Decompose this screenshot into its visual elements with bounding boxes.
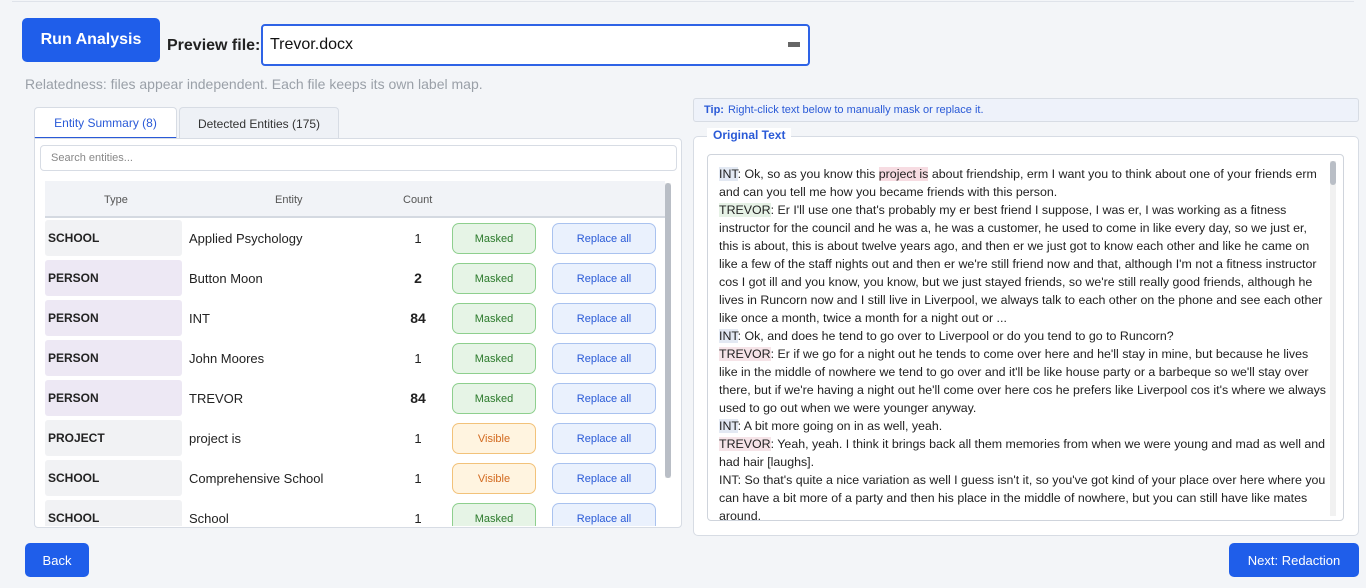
entity-count: 84 (410, 310, 426, 326)
table-row: SCHOOL Comprehensive School 1 Visible Re… (45, 458, 665, 498)
table-row: PERSON INT 84 Masked Replace all (45, 298, 665, 338)
entity-type: PERSON (45, 340, 182, 376)
speaker-int[interactable]: INT (719, 329, 738, 343)
mask-toggle-button[interactable]: Masked (452, 503, 536, 526)
mask-toggle-button[interactable]: Visible (452, 463, 536, 494)
transcript-text: : A bit more going on in as well, yeah. (737, 419, 943, 433)
original-text-box[interactable]: INT: Ok, so as you know this project is … (707, 154, 1344, 521)
table-row: PERSON TREVOR 84 Masked Replace all (45, 378, 665, 418)
entity-type: PERSON (45, 300, 182, 336)
entity-name: INT (189, 310, 210, 326)
tip-text: Right-click text below to manually mask … (727, 104, 984, 116)
table-scrollbar[interactable] (665, 183, 671, 478)
entity-count: 1 (414, 350, 422, 366)
entity-name: TREVOR (189, 390, 244, 406)
header-entity: Entity (275, 194, 303, 206)
table-header: Type Entity Count (45, 181, 665, 218)
entity-type: PERSON (45, 260, 182, 296)
entity-count: 2 (414, 270, 422, 286)
top-divider (12, 0, 1354, 2)
scrollbar-thumb[interactable] (1330, 161, 1336, 185)
replace-all-button[interactable]: Replace all (552, 263, 656, 294)
text-scrollbar[interactable] (1330, 161, 1336, 516)
entity-count: 1 (414, 430, 422, 446)
entity-count: 1 (414, 470, 422, 486)
entity-name: School (189, 510, 229, 526)
entity-count: 1 (414, 230, 422, 246)
speaker-trevor[interactable]: TREVOR (719, 347, 771, 361)
scrollbar-thumb[interactable] (665, 183, 671, 478)
mask-toggle-button[interactable]: Masked (452, 383, 536, 414)
mask-toggle-button[interactable]: Masked (452, 303, 536, 334)
entity-count: 1 (414, 510, 422, 526)
transcript-line: INT: A bit more going on in as well, yea… (719, 417, 1329, 435)
speaker-int[interactable]: INT (719, 167, 738, 181)
entity-type: PERSON (45, 380, 182, 416)
original-text-legend: Original Text (707, 128, 792, 142)
dropdown-icon (788, 42, 800, 47)
mask-toggle-button[interactable]: Masked (452, 223, 536, 254)
transcript-content[interactable]: INT: Ok, so as you know this project is … (719, 165, 1329, 521)
back-button[interactable]: Back (25, 543, 89, 577)
mask-toggle-button[interactable]: Masked (452, 343, 536, 374)
highlight-project[interactable]: project is (878, 167, 929, 181)
transcript-line: TREVOR: Yeah, yeah. I think it brings ba… (719, 435, 1329, 471)
replace-all-button[interactable]: Replace all (552, 223, 656, 254)
transcript-text: : So that's quite a nice variation as we… (719, 473, 1326, 521)
entity-name: Applied Psychology (189, 230, 303, 246)
table-row: SCHOOL School 1 Masked Replace all (45, 498, 665, 526)
preview-file-label: Preview file: (167, 37, 261, 54)
entity-name: Comprehensive School (189, 470, 324, 486)
transcript-line: INT: Ok, and does he tend to go over to … (719, 327, 1329, 345)
header-type: Type (104, 194, 128, 206)
entity-type: SCHOOL (45, 500, 182, 526)
replace-all-button[interactable]: Replace all (552, 503, 656, 526)
tab-entity-summary[interactable]: Entity Summary (8) (34, 107, 177, 139)
replace-all-button[interactable]: Replace all (552, 383, 656, 414)
replace-all-button[interactable]: Replace all (552, 463, 656, 494)
mask-toggle-button[interactable]: Masked (452, 263, 536, 294)
speaker-trevor[interactable]: TREVOR (719, 203, 771, 217)
table-row: PROJECT project is 1 Visible Replace all (45, 418, 665, 458)
relatedness-note: Relatedness: files appear independent. E… (25, 76, 483, 92)
transcript-text: : Ok, and does he tend to go over to Liv… (737, 329, 1174, 343)
replace-all-button[interactable]: Replace all (552, 343, 656, 374)
transcript-line: INT: Ok, so as you know this project is … (719, 165, 1329, 201)
next-redaction-button[interactable]: Next: Redaction (1229, 543, 1359, 577)
transcript-line: INT: So that's quite a nice variation as… (719, 471, 1329, 521)
transcript-text: : Ok, so as you know this (737, 167, 879, 181)
run-analysis-button[interactable]: Run Analysis (22, 18, 160, 62)
tip-banner: Tip: Right-click text below to manually … (693, 98, 1359, 122)
preview-file-select[interactable]: Trevor.docx (261, 24, 810, 66)
transcript-line: TREVOR: Er I'll use one that's probably … (719, 201, 1329, 327)
entity-name: Button Moon (189, 270, 263, 286)
entity-name: John Moores (189, 350, 265, 366)
entity-table: Type Entity Count SCHOOL Applied Psychol… (45, 181, 665, 526)
speaker-int[interactable]: INT (719, 419, 738, 433)
replace-all-button[interactable]: Replace all (552, 423, 656, 454)
speaker-int[interactable]: INT (719, 473, 738, 487)
table-row: PERSON John Moores 1 Masked Replace all (45, 338, 665, 378)
tab-detected-entities[interactable]: Detected Entities (175) (179, 107, 339, 139)
entity-type: SCHOOL (45, 460, 182, 496)
speaker-trevor[interactable]: TREVOR (719, 437, 771, 451)
entity-name: project is (189, 430, 242, 446)
header-count: Count (403, 194, 433, 206)
entity-type: SCHOOL (45, 220, 182, 256)
search-entities-input[interactable] (40, 145, 677, 171)
transcript-text: : Yeah, yeah. I think it brings back all… (719, 437, 1326, 469)
entity-summary-panel: Type Entity Count SCHOOL Applied Psychol… (34, 138, 682, 528)
preview-file-value: Trevor.docx (270, 36, 353, 53)
entity-count: 84 (410, 390, 426, 406)
entity-type: PROJECT (45, 420, 182, 456)
table-row: SCHOOL Applied Psychology 1 Masked Repla… (45, 218, 665, 258)
mask-toggle-button[interactable]: Visible (452, 423, 536, 454)
transcript-text: : Er if we go for a night out he tends t… (719, 347, 1326, 415)
tip-label: Tip: (704, 104, 724, 116)
transcript-line: TREVOR: Er if we go for a night out he t… (719, 345, 1329, 417)
table-row: PERSON Button Moon 2 Masked Replace all (45, 258, 665, 298)
transcript-text: : Er I'll use one that's probably my er … (719, 203, 1323, 325)
replace-all-button[interactable]: Replace all (552, 303, 656, 334)
